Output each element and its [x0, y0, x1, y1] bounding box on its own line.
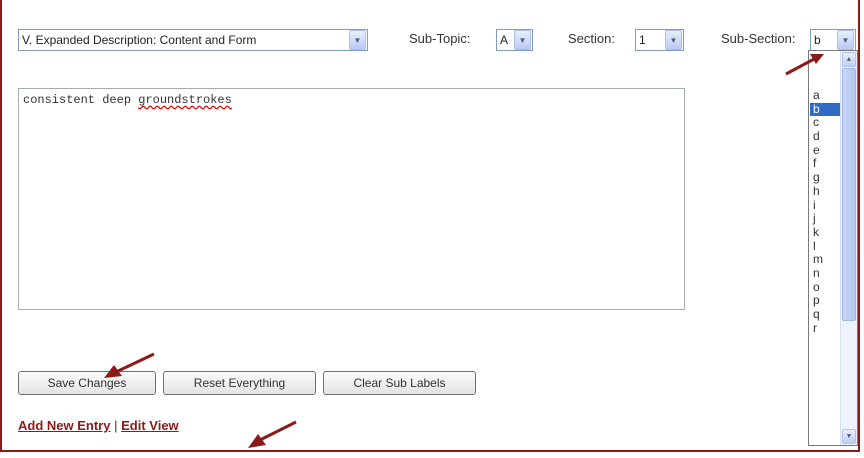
subsection-option[interactable]: i — [810, 198, 842, 213]
section-label: Section: — [568, 31, 615, 46]
annotation-arrow-subsection — [785, 54, 824, 76]
clear-sub-labels-button[interactable]: Clear Sub Labels — [323, 371, 476, 395]
chevron-down-icon[interactable]: ▼ — [514, 30, 531, 50]
subsection-option[interactable]: g — [810, 170, 842, 185]
subsection-label: Sub-Section: — [721, 31, 796, 46]
entry-links: Add New Entry | Edit View — [18, 418, 179, 433]
chevron-down-icon[interactable]: ▼ — [665, 30, 682, 50]
link-separator: | — [114, 418, 118, 433]
subsection-option[interactable]: p — [810, 294, 842, 308]
subsection-option[interactable]: n — [810, 266, 842, 281]
subsection-option[interactable]: f — [810, 157, 842, 171]
section-select-value: 1 — [639, 33, 646, 47]
scroll-up-icon[interactable]: ▲ — [842, 52, 856, 67]
subsection-select-value: b — [814, 33, 821, 47]
add-new-entry-link[interactable]: Add New Entry — [18, 418, 110, 433]
misspelled-word: groundstrokes — [138, 93, 232, 107]
subsection-option[interactable]: k — [810, 225, 842, 240]
annotation-arrow-save — [104, 352, 155, 378]
scrollbar-thumb[interactable] — [842, 68, 856, 321]
subsection-dropdown-list[interactable]: abcdefghijklmnopqr ▲ ▼ — [808, 50, 858, 446]
dropdown-scrollbar[interactable]: ▲ ▼ — [840, 51, 857, 445]
subsection-option[interactable]: o — [810, 280, 842, 295]
topic-select-value: V. Expanded Description: Content and For… — [22, 33, 257, 47]
subsection-option[interactable]: h — [810, 184, 842, 199]
edit-view-link[interactable]: Edit View — [121, 418, 179, 433]
subsection-option[interactable]: e — [810, 143, 842, 158]
reset-everything-button[interactable]: Reset Everything — [163, 371, 316, 395]
annotation-arrow-edit-view — [248, 420, 297, 448]
subsection-option[interactable]: d — [810, 129, 842, 144]
subsection-option[interactable]: l — [810, 239, 842, 254]
subtopic-select[interactable]: A ▼ — [496, 29, 533, 51]
description-textarea[interactable]: consistent deep groundstrokes — [18, 88, 685, 310]
chevron-down-icon[interactable]: ▼ — [349, 30, 366, 50]
editor-text: consistent deep — [23, 93, 139, 107]
subtopic-label: Sub-Topic: — [409, 31, 471, 46]
subtopic-select-value: A — [500, 33, 509, 47]
subsection-option[interactable]: a — [810, 88, 842, 103]
chevron-down-icon[interactable]: ▼ — [837, 30, 854, 50]
section-select[interactable]: 1 ▼ — [635, 29, 684, 51]
subsection-options: abcdefghijklmnopqr — [810, 88, 842, 336]
scroll-down-icon[interactable]: ▼ — [842, 429, 856, 444]
subsection-option[interactable]: m — [810, 253, 842, 267]
subsection-option[interactable]: c — [810, 116, 842, 130]
subsection-option[interactable]: b — [810, 102, 842, 117]
topic-select[interactable]: V. Expanded Description: Content and For… — [18, 29, 368, 51]
subsection-option[interactable]: r — [810, 321, 842, 336]
subsection-option[interactable]: q — [810, 307, 842, 322]
subsection-option[interactable]: j — [810, 211, 842, 226]
